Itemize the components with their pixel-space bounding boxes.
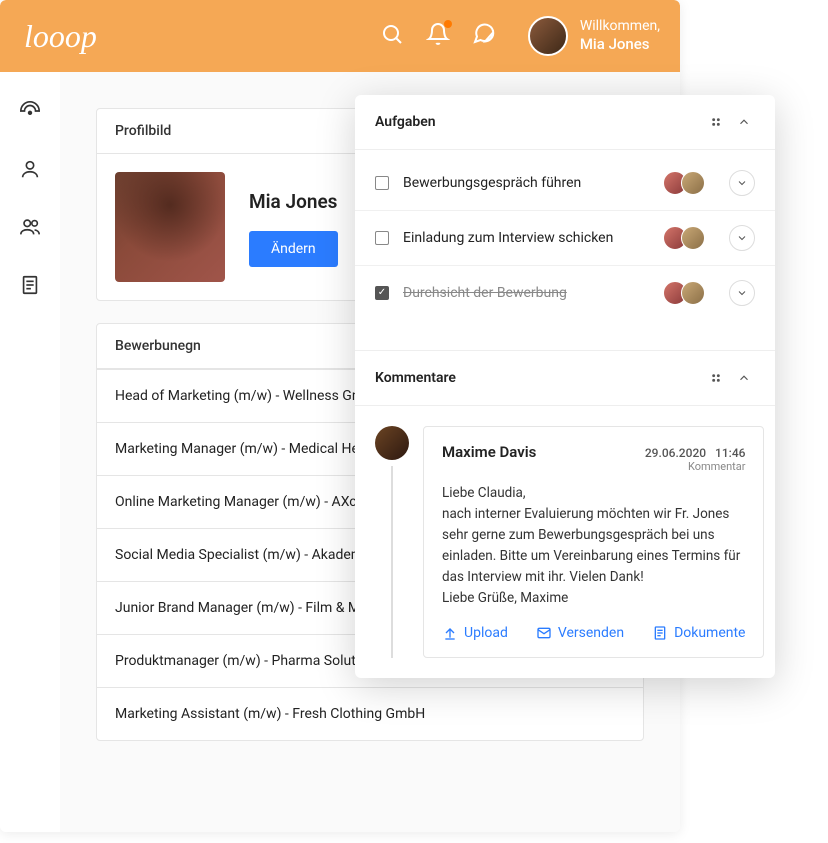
users-icon[interactable]	[19, 216, 41, 242]
comment-avatar	[375, 426, 409, 460]
drag-handle-icon[interactable]	[705, 111, 727, 133]
task-menu-button[interactable]	[729, 170, 755, 196]
change-button[interactable]: Ändern	[249, 231, 338, 267]
assignees	[669, 171, 705, 195]
task-label: Bewerbungsgespräch führen	[403, 175, 655, 191]
comment-author: Maxime Davis	[442, 443, 645, 461]
task-checkbox[interactable]	[375, 176, 389, 190]
assignee-avatar	[681, 226, 705, 250]
task-row: Bewerbungsgespräch führen	[355, 156, 775, 211]
comments-title: Kommentare	[375, 370, 705, 386]
comments-header: Kommentare	[355, 350, 775, 406]
task-checkbox[interactable]	[375, 286, 389, 300]
side-panel: Aufgaben Bewerbungsgespräch führen Einla…	[355, 95, 775, 678]
avatar	[528, 16, 568, 56]
collapse-icon[interactable]	[733, 111, 755, 133]
send-label: Versenden	[558, 625, 624, 641]
profile-name: Mia Jones	[249, 190, 338, 213]
upload-label: Upload	[464, 625, 508, 641]
app-header: looop Willkommen, Mia Jones	[0, 0, 680, 72]
task-menu-button[interactable]	[729, 280, 755, 306]
task-row: Einladung zum Interview schicken	[355, 211, 775, 266]
comment-type: Kommentar	[645, 460, 746, 473]
upload-action[interactable]: Upload	[442, 625, 508, 641]
task-label: Durchsicht der Bewerbung	[403, 285, 655, 301]
task-checkbox[interactable]	[375, 231, 389, 245]
task-menu-button[interactable]	[729, 225, 755, 251]
tasks-header: Aufgaben	[355, 95, 775, 150]
assignee-avatar	[681, 281, 705, 305]
notification-dot	[444, 20, 452, 28]
assignee-avatar	[681, 171, 705, 195]
timeline-line	[391, 466, 393, 658]
search-icon[interactable]	[380, 22, 404, 50]
task-label: Einladung zum Interview schicken	[403, 230, 655, 246]
comment-time: 11:46	[715, 446, 745, 460]
dashboard-icon[interactable]	[19, 100, 41, 126]
sidebar	[0, 72, 60, 300]
task-list: Bewerbungsgespräch führen Einladung zum …	[355, 150, 775, 330]
profile-picture	[115, 172, 225, 282]
comment-body: Liebe Claudia, nach interner Evaluierung…	[442, 483, 745, 609]
assignees	[669, 281, 705, 305]
task-row: Durchsicht der Bewerbung	[355, 266, 775, 320]
logo: looop	[24, 18, 97, 55]
user-icon[interactable]	[19, 158, 41, 184]
comment-card: Maxime Davis 29.06.2020 11:46 Kommentar …	[423, 426, 764, 658]
welcome-name: Mia Jones	[580, 35, 660, 55]
comments-body: Maxime Davis 29.06.2020 11:46 Kommentar …	[355, 406, 775, 678]
collapse-icon[interactable]	[733, 367, 755, 389]
document-icon[interactable]	[19, 274, 41, 300]
application-row[interactable]: Marketing Assistant (m/w) - Fresh Clothi…	[97, 687, 643, 740]
documents-action[interactable]: Dokumente	[652, 625, 745, 641]
welcome-label: Willkommen,	[580, 17, 660, 35]
chat-icon[interactable]	[472, 22, 496, 50]
send-action[interactable]: Versenden	[536, 625, 624, 641]
drag-handle-icon[interactable]	[705, 367, 727, 389]
tasks-title: Aufgaben	[375, 114, 705, 130]
bell-icon[interactable]	[426, 22, 450, 50]
user-menu[interactable]: Willkommen, Mia Jones	[528, 16, 660, 56]
assignees	[669, 226, 705, 250]
comment-date: 29.06.2020	[645, 446, 706, 460]
documents-label: Dokumente	[674, 625, 745, 641]
